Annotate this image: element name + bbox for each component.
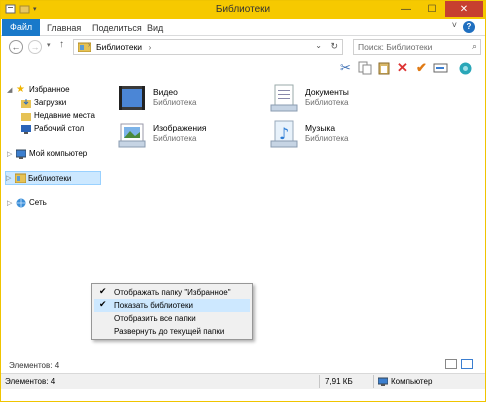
status-bar: Элементов: 4 7,91 КБ Компьютер bbox=[1, 373, 485, 389]
path-chevron-icon: › bbox=[88, 42, 91, 49]
nav-label: Недавние места bbox=[34, 111, 95, 120]
rename-icon[interactable] bbox=[432, 60, 449, 77]
computer-icon bbox=[377, 377, 389, 389]
explorer-window: ▾ Библиотеки — ☐ ✕ Файл Главная Поделить… bbox=[0, 0, 486, 402]
check-icon: ✔ bbox=[99, 299, 107, 309]
nav-network[interactable]: ▷ Сеть bbox=[7, 196, 47, 209]
menu-label: Отобразить все папки bbox=[114, 314, 196, 323]
desktop-icon bbox=[21, 124, 31, 134]
expand-arrow-icon[interactable]: ◢ bbox=[7, 86, 13, 94]
library-type: Библиотека bbox=[305, 134, 349, 143]
menu-label: Показать библиотеки bbox=[114, 301, 193, 310]
copy-icon[interactable] bbox=[356, 60, 373, 77]
nav-label: Библиотеки bbox=[28, 173, 72, 183]
status-divider bbox=[319, 375, 320, 388]
library-documents[interactable]: Документы Библиотека bbox=[265, 81, 425, 115]
expand-arrow-icon[interactable]: ▷ bbox=[7, 150, 13, 158]
search-placeholder: Поиск: Библиотеки bbox=[358, 42, 433, 52]
title-bar: ▾ Библиотеки — ☐ ✕ bbox=[1, 1, 485, 19]
recent-places-icon bbox=[21, 111, 31, 121]
nav-computer[interactable]: ▷ Мой компьютер bbox=[7, 147, 87, 160]
nav-libraries[interactable]: ▷ Библиотеки bbox=[5, 171, 101, 185]
documents-library-icon bbox=[269, 83, 299, 113]
address-dropdown-icon[interactable]: ⌄ bbox=[315, 41, 322, 50]
cut-icon[interactable]: ✂ bbox=[337, 60, 354, 77]
nav-label: Сеть bbox=[29, 198, 47, 207]
tab-file[interactable]: Файл bbox=[2, 19, 41, 36]
refresh-icon[interactable]: ↻ bbox=[330, 41, 338, 52]
check-icon: ✔ bbox=[99, 286, 107, 296]
address-row: ← → ▾ ↑ › Библиотеки › ⌄ ↻ Поиск: Библио… bbox=[1, 36, 485, 58]
nav-label: Мой компьютер bbox=[29, 149, 88, 158]
menu-label: Развернуть до текущей папки bbox=[114, 327, 225, 336]
large-icons-view-icon[interactable] bbox=[461, 359, 473, 369]
ribbon-expand-icon[interactable]: ˅ bbox=[452, 20, 457, 30]
nav-label: Избранное bbox=[29, 85, 70, 94]
menu-item-show-favorites[interactable]: ✔ Отображать папку "Избранное" bbox=[94, 286, 250, 299]
expand-arrow-icon[interactable]: ▷ bbox=[6, 174, 12, 182]
recent-dropdown-icon[interactable]: ▾ bbox=[47, 41, 51, 49]
pane-toggle-icon[interactable] bbox=[457, 60, 474, 77]
view-buttons bbox=[445, 359, 473, 369]
menu-item-expand-to-current[interactable]: Развернуть до текущей папки bbox=[94, 325, 250, 338]
delete-icon[interactable]: ✕ bbox=[394, 60, 411, 77]
status-size: 7,91 КБ bbox=[325, 377, 353, 386]
check-icon[interactable]: ✔ bbox=[413, 60, 430, 77]
status-location: Компьютер bbox=[391, 377, 433, 386]
library-name: Документы bbox=[305, 87, 349, 97]
status-divider bbox=[373, 375, 374, 388]
toolbar-icons: ✂ ✕ ✔ bbox=[337, 57, 474, 79]
search-icon[interactable]: ⌕ bbox=[472, 41, 477, 52]
tab-view[interactable]: Вид bbox=[139, 21, 171, 36]
library-pictures[interactable]: Изображения Библиотека bbox=[113, 117, 273, 151]
library-type: Библиотека bbox=[153, 98, 197, 107]
minimize-button[interactable]: — bbox=[393, 1, 419, 17]
search-input[interactable]: Поиск: Библиотеки ⌕ bbox=[353, 39, 481, 55]
up-button[interactable]: ↑ bbox=[59, 39, 64, 50]
library-name: Изображения bbox=[153, 123, 207, 133]
downloads-icon bbox=[21, 98, 31, 108]
star-icon: ★ bbox=[16, 83, 25, 95]
window-controls: — ☐ ✕ bbox=[393, 1, 483, 17]
forward-button[interactable]: → bbox=[28, 40, 42, 54]
back-button[interactable]: ← bbox=[9, 40, 23, 54]
details-view-icon[interactable] bbox=[445, 359, 457, 369]
context-menu: ✔ Отображать папку "Избранное" ✔ Показат… bbox=[91, 283, 253, 340]
path-chevron-icon: › bbox=[148, 42, 152, 52]
network-icon bbox=[16, 198, 26, 208]
nav-recent[interactable]: Недавние места bbox=[21, 109, 95, 122]
svg-text:♪: ♪ bbox=[279, 124, 289, 143]
maximize-button[interactable]: ☐ bbox=[419, 1, 445, 17]
library-music[interactable]: ♪ Музыка Библиотека bbox=[265, 117, 425, 151]
nav-favorites[interactable]: ◢ ★ Избранное bbox=[7, 83, 70, 96]
music-library-icon: ♪ bbox=[269, 119, 299, 149]
video-library-icon bbox=[117, 83, 147, 113]
items-count: Элементов: 4 bbox=[9, 361, 60, 370]
nav-label: Загрузки bbox=[34, 98, 67, 107]
library-name: Видео bbox=[153, 87, 178, 97]
libraries-icon bbox=[14, 173, 27, 184]
close-button[interactable]: ✕ bbox=[445, 1, 483, 17]
pictures-library-icon bbox=[117, 119, 147, 149]
menu-item-show-all-folders[interactable]: Отобразить все папки bbox=[94, 312, 250, 325]
ribbon-tabs: Файл Главная Поделиться Вид ˅ ? bbox=[1, 19, 485, 36]
navigation-pane: ◢ ★ Избранное Загрузки Недавние места Ра… bbox=[1, 79, 105, 357]
computer-icon bbox=[15, 149, 27, 159]
nav-downloads[interactable]: Загрузки bbox=[21, 96, 66, 109]
tab-home[interactable]: Главная bbox=[39, 21, 89, 36]
paste-icon[interactable] bbox=[375, 60, 392, 77]
menu-label: Отображать папку "Избранное" bbox=[114, 288, 231, 297]
library-type: Библиотека bbox=[153, 134, 197, 143]
nav-label: Рабочий стол bbox=[34, 124, 85, 133]
status-items: Элементов: 4 bbox=[5, 377, 56, 386]
help-icon[interactable]: ? bbox=[463, 21, 475, 33]
library-name: Музыка bbox=[305, 123, 336, 133]
menu-item-show-libraries[interactable]: ✔ Показать библиотеки bbox=[94, 299, 250, 312]
nav-desktop[interactable]: Рабочий стол bbox=[21, 122, 84, 135]
expand-arrow-icon[interactable]: ▷ bbox=[7, 199, 13, 207]
library-type: Библиотека bbox=[305, 98, 349, 107]
address-bar[interactable]: › Библиотеки › ⌄ ↻ bbox=[73, 39, 343, 55]
library-video[interactable]: Видео Библиотека bbox=[113, 81, 273, 115]
address-path[interactable]: Библиотеки bbox=[96, 42, 142, 52]
